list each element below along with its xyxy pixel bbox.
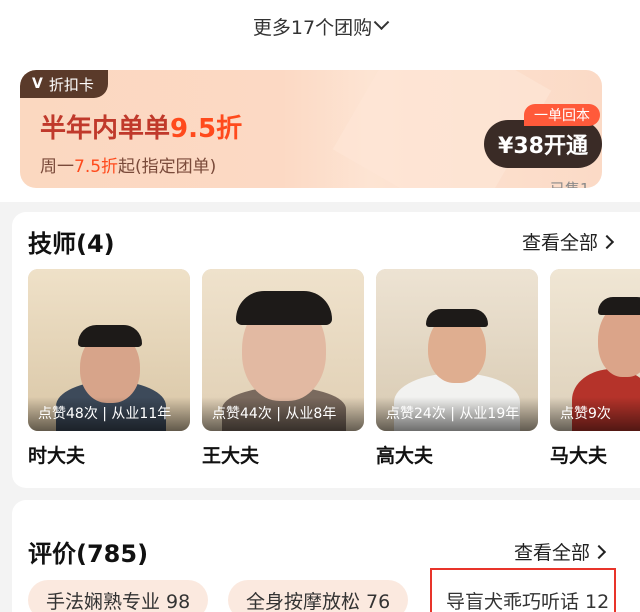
- discount-card-title: 半年内单单9.5折: [40, 108, 242, 145]
- discount-title-prefix: 半年内单单: [40, 114, 171, 144]
- activate-button[interactable]: ¥38开通: [484, 120, 602, 168]
- technician-card[interactable]: 点赞48次 | 从业11年 时大夫: [28, 269, 190, 468]
- technician-photo: 点赞48次 | 从业11年: [28, 269, 190, 431]
- highlight-box: [430, 568, 616, 612]
- technician-name: 高大夫: [376, 445, 434, 467]
- technician-stats: 点赞44次 | 从业8年: [212, 406, 337, 422]
- technicians-see-all-link[interactable]: 查看全部: [521, 228, 615, 255]
- technician-photo: 点赞24次 | 从业19年: [376, 269, 538, 431]
- technicians-title: 技师(4): [28, 230, 115, 258]
- see-all-label: 查看全部: [513, 542, 590, 564]
- technician-stats: 点赞24次 | 从业19年: [386, 406, 520, 422]
- technicians-section: 技师(4) 查看全部 点赞48次 | 从业11年 时大夫 点赞44次 | 从业8…: [12, 212, 640, 488]
- technician-name: 时大夫: [28, 445, 86, 467]
- discount-sub-prefix: 周一: [40, 157, 74, 177]
- discount-card[interactable]: V 折扣卡 半年内单单9.5折 周一7.5折起(指定团单) 一单回本 ¥38开通…: [20, 70, 602, 188]
- reviews-see-all-link[interactable]: 查看全部: [513, 538, 607, 565]
- technician-photo: 点赞9次: [550, 269, 640, 431]
- technician-stats: 点赞9次: [560, 406, 611, 422]
- technician-card[interactable]: 点赞9次 马大夫: [550, 269, 640, 468]
- review-tag[interactable]: 全身按摩放松 76: [228, 580, 409, 612]
- discount-sub-suffix: 起(指定团单): [118, 157, 217, 177]
- technician-card[interactable]: 点赞24次 | 从业19年 高大夫: [376, 269, 538, 468]
- technician-name: 马大夫: [550, 445, 608, 467]
- reviews-title: 评价(785): [28, 540, 149, 568]
- see-all-label: 查看全部: [521, 232, 598, 254]
- technician-photo: 点赞44次 | 从业8年: [202, 269, 364, 431]
- chevron-right-icon: [599, 234, 615, 249]
- payback-badge: 一单回本: [524, 104, 600, 126]
- more-group-buys-link[interactable]: 更多17个团购: [0, 0, 640, 52]
- discount-card-subtitle: 周一7.5折起(指定团单): [40, 152, 216, 177]
- review-tag[interactable]: 手法娴熟专业 98: [28, 580, 209, 612]
- vip-icon: V: [32, 76, 43, 92]
- chevron-right-icon: [591, 544, 607, 559]
- discount-sub-highlight: 7.5折: [74, 157, 119, 177]
- discount-card-tag-label: 折扣卡: [48, 75, 94, 94]
- discount-card-section: V 折扣卡 半年内单单9.5折 周一7.5折起(指定团单) 一单回本 ¥38开通…: [0, 52, 640, 202]
- chevron-down-icon: [373, 13, 390, 30]
- discount-title-highlight: 9.5折: [170, 114, 243, 144]
- sold-count: 已售1: [550, 178, 590, 188]
- technician-name: 王大夫: [202, 445, 260, 467]
- technician-card[interactable]: 点赞44次 | 从业8年 王大夫: [202, 269, 364, 468]
- more-group-buys-label: 更多17个团购: [252, 16, 373, 39]
- technician-stats: 点赞48次 | 从业11年: [38, 406, 172, 422]
- discount-card-tag: V 折扣卡: [20, 70, 108, 98]
